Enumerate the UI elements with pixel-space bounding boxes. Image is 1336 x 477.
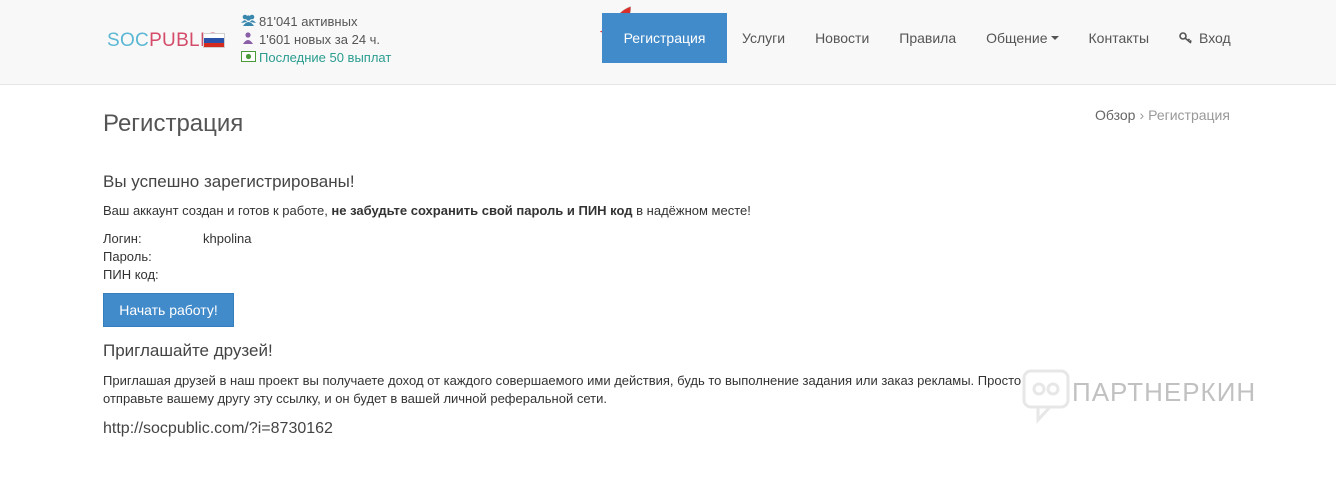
- success-heading: Вы успешно зарегистрированы!: [103, 172, 355, 191]
- breadcrumb-current: Регистрация: [1148, 107, 1230, 123]
- stat-active: 81'041 активных: [240, 13, 391, 31]
- nav-register[interactable]: Регистрация: [602, 13, 727, 63]
- nav-contacts[interactable]: Контакты: [1074, 13, 1164, 63]
- referral-link[interactable]: http://socpublic.com/?i=8730162: [103, 420, 333, 438]
- top-header: SOCPUBLIC 81'041 активных 1'601 новых за…: [0, 0, 1336, 85]
- invite-text: Приглашая друзей в наш проект вы получае…: [103, 373, 1022, 406]
- chevron-right-icon: ›: [1139, 107, 1145, 123]
- watermark-text: ПАРТНЕРКИН: [1072, 377, 1257, 407]
- user-icon: [240, 31, 256, 49]
- nav-community-label: Общение: [986, 30, 1048, 46]
- money-icon: [240, 49, 256, 67]
- password-row: Пароль:: [103, 249, 203, 264]
- key-icon: [1179, 32, 1192, 44]
- pin-row: ПИН код:: [103, 267, 203, 282]
- payouts-link[interactable]: Последние 50 выплат: [259, 49, 391, 67]
- login-row: Логин: khpolina: [103, 231, 251, 246]
- invite-heading: Приглашайте друзей!: [103, 341, 273, 360]
- stat-new: 1'601 новых за 24 ч.: [240, 31, 391, 49]
- stat-new-text: 1'601 новых за 24 ч.: [259, 32, 381, 47]
- nav-rules[interactable]: Правила: [884, 13, 971, 63]
- success-message-end: в надёжном месте!: [632, 203, 751, 218]
- login-value: khpolina: [203, 231, 252, 246]
- success-message: Ваш аккаунт создан и готов к работе, не …: [103, 203, 751, 218]
- logo-part-soc: SOC: [107, 30, 150, 51]
- breadcrumb: Обзор › Регистрация: [1095, 107, 1230, 123]
- login-label: Логин:: [103, 231, 142, 246]
- stat-active-text: 81'041 активных: [259, 14, 358, 29]
- site-stats: 81'041 активных 1'601 новых за 24 ч. Пос…: [240, 13, 391, 67]
- nav-community[interactable]: Общение: [971, 13, 1073, 63]
- nav-services[interactable]: Услуги: [727, 13, 800, 63]
- stat-payouts[interactable]: Последние 50 выплат: [240, 49, 391, 67]
- success-message-bold: не забудьте сохранить свой пароль и ПИН …: [331, 203, 633, 218]
- nav-login[interactable]: Вход: [1164, 13, 1246, 63]
- nav-news[interactable]: Новости: [800, 13, 884, 63]
- caret-down-icon: [1050, 36, 1059, 40]
- start-work-button[interactable]: Начать работу!: [103, 293, 234, 327]
- main-nav: Регистрация Услуги Новости Правила Общен…: [602, 13, 1246, 63]
- page-title: Регистрация: [103, 110, 244, 137]
- password-label: Пароль:: [103, 249, 152, 264]
- russian-flag-icon[interactable]: [203, 33, 225, 48]
- nav-login-label: Вход: [1199, 30, 1231, 46]
- pin-label: ПИН код:: [103, 267, 159, 282]
- breadcrumb-home[interactable]: Обзор: [1095, 107, 1135, 123]
- users-icon: [240, 13, 256, 31]
- success-message-start: Ваш аккаунт создан и готов к работе,: [103, 203, 332, 218]
